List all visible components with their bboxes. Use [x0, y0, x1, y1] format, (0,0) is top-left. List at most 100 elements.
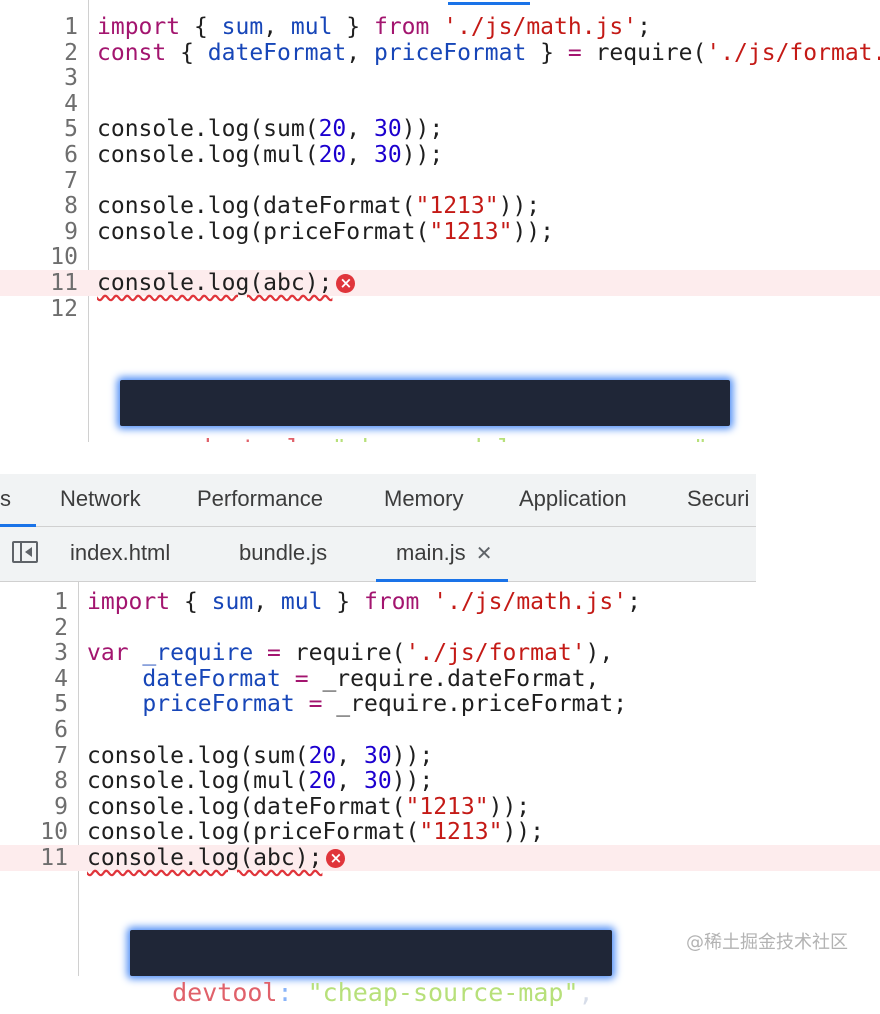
- line-number[interactable]: 10: [18, 244, 78, 270]
- file-tab-main-js[interactable]: main.js ✕: [375, 527, 509, 582]
- line-code[interactable]: console.log(mul(20, 30));: [97, 142, 443, 168]
- top-code-editor: 1 import { sum, mul } from './js/math.js'…: [0, 0, 880, 442]
- tab-application[interactable]: Application: [519, 474, 627, 526]
- code-line[interactable]: 3 var _require = require('./js/format'),: [0, 640, 880, 666]
- code-line[interactable]: 12: [0, 296, 880, 322]
- line-number[interactable]: 9: [18, 219, 78, 245]
- code-token: console.log(mul(: [87, 768, 309, 795]
- line-number[interactable]: 5: [18, 116, 78, 142]
- code-token: mul: [290, 14, 333, 40]
- file-tab-bundle-js[interactable]: bundle.js: [239, 527, 327, 581]
- line-number[interactable]: 8: [18, 193, 78, 219]
- line-code[interactable]: console.log(mul(20, 30));: [87, 768, 433, 794]
- code-token: 20: [308, 768, 337, 795]
- code-line[interactable]: 1 import { sum, mul } from './js/math.js'…: [0, 14, 880, 40]
- line-code[interactable]: var _require = require('./js/format'),: [87, 640, 613, 666]
- line-number[interactable]: 4: [18, 91, 78, 117]
- line-code[interactable]: console.log(sum(20, 30));: [87, 743, 433, 769]
- code-line[interactable]: 4 dateFormat = _require.dateFormat,: [0, 666, 880, 692]
- code-token: ,: [346, 142, 374, 168]
- code-token: require(: [581, 39, 707, 66]
- code-line[interactable]: 6 console.log(mul(20, 30));: [0, 142, 880, 168]
- code-line[interactable]: 9 console.log(priceFormat("1213"));: [0, 219, 880, 245]
- line-number[interactable]: 6: [18, 142, 78, 168]
- code-line[interactable]: 8 console.log(mul(20, 30));: [0, 768, 880, 794]
- line-number[interactable]: 3: [18, 65, 78, 91]
- line-code[interactable]: console.log(sum(20, 30));: [97, 116, 443, 142]
- code-line[interactable]: 6: [0, 717, 880, 743]
- code-line[interactable]: 3: [0, 65, 880, 91]
- code-token: './js/format.js': [706, 39, 880, 66]
- line-code[interactable]: const { dateFormat, priceFormat } = requ…: [97, 40, 880, 66]
- code-line[interactable]: 4: [0, 91, 880, 117]
- line-code[interactable]: import { sum, mul } from './js/math.js';: [87, 589, 641, 615]
- file-tab-index-html[interactable]: index.html: [70, 527, 170, 581]
- line-number[interactable]: 12: [18, 296, 78, 322]
- line-number[interactable]: 11: [8, 845, 68, 871]
- tab-performance[interactable]: Performance: [197, 474, 323, 526]
- line-code[interactable]: console.log(abc); ×: [97, 270, 356, 296]
- code-token: ;: [627, 589, 641, 615]
- code-line[interactable]: 5 console.log(sum(20, 30));: [0, 116, 880, 142]
- code-line[interactable]: 11 console.log(abc); ×: [0, 845, 880, 871]
- close-tab-icon[interactable]: ✕: [476, 543, 493, 565]
- badge-key: devtool: [196, 434, 301, 442]
- line-number[interactable]: 11: [18, 270, 78, 296]
- code-line[interactable]: 2: [0, 615, 880, 641]
- code-token: console.log(mul(: [97, 142, 319, 168]
- line-number[interactable]: 4: [8, 666, 68, 692]
- code-token: {: [170, 589, 212, 615]
- code-token: dateFormat: [207, 39, 347, 66]
- code-line[interactable]: 10: [0, 244, 880, 270]
- code-line[interactable]: 8 console.log(dateFormat("1213"));: [0, 193, 880, 219]
- line-number[interactable]: 7: [18, 168, 78, 194]
- line-number[interactable]: 7: [8, 743, 68, 769]
- line-code[interactable]: console.log(abc); ×: [87, 845, 346, 871]
- line-number[interactable]: 6: [8, 717, 68, 743]
- error-icon[interactable]: ×: [336, 274, 356, 293]
- tab-sources[interactable]: s: [0, 474, 11, 526]
- line-number[interactable]: 2: [8, 615, 68, 641]
- code-line[interactable]: 10 console.log(priceFormat("1213"));: [0, 819, 880, 845]
- error-icon[interactable]: ×: [326, 849, 346, 868]
- code-line[interactable]: 5 priceFormat = _require.priceFormat;: [0, 691, 880, 717]
- code-token: './js/format': [405, 640, 586, 667]
- line-code[interactable]: console.log(priceFormat("1213"));: [97, 219, 554, 245]
- code-line[interactable]: 7: [0, 168, 880, 194]
- line-code[interactable]: console.log(priceFormat("1213"));: [87, 819, 544, 845]
- line-number[interactable]: 5: [8, 691, 68, 717]
- line-code[interactable]: console.log(dateFormat("1213"));: [87, 794, 530, 820]
- code-token: './js/math.js': [433, 589, 628, 615]
- line-number[interactable]: 8: [8, 768, 68, 794]
- code-token: ,: [253, 589, 281, 615]
- line-number[interactable]: 9: [8, 794, 68, 820]
- line-number[interactable]: 1: [8, 589, 68, 615]
- code-line[interactable]: 11 console.log(abc); ×: [0, 270, 880, 296]
- code-token: ));: [391, 768, 434, 795]
- line-code[interactable]: import { sum, mul } from './js/math.js';: [97, 14, 651, 40]
- code-line[interactable]: 7 console.log(sum(20, 30));: [0, 743, 880, 769]
- tab-security[interactable]: Securi: [687, 474, 749, 526]
- tab-memory[interactable]: Memory: [384, 474, 463, 526]
- line-code[interactable]: priceFormat = _require.priceFormat;: [87, 691, 627, 717]
- code-token: ,: [346, 116, 374, 143]
- toggle-navigator-icon[interactable]: [12, 541, 38, 563]
- code-token: 30: [363, 742, 392, 769]
- code-token: ));: [512, 218, 554, 245]
- code-line[interactable]: 9 console.log(dateFormat("1213"));: [0, 794, 880, 820]
- line-number[interactable]: 1: [18, 14, 78, 40]
- tab-network[interactable]: Network: [60, 474, 141, 526]
- badge-colon: :: [302, 434, 317, 442]
- line-number[interactable]: 2: [18, 40, 78, 66]
- line-code[interactable]: console.log(dateFormat("1213"));: [97, 193, 540, 219]
- line-number[interactable]: 3: [8, 640, 68, 666]
- line-code[interactable]: dateFormat = _require.dateFormat,: [87, 666, 599, 692]
- code-line[interactable]: 2 const { dateFormat, priceFormat } = req…: [0, 40, 880, 66]
- line-number[interactable]: 10: [8, 819, 68, 845]
- code-line[interactable]: 1 import { sum, mul } from './js/math.js'…: [0, 589, 880, 615]
- code-token: "1213": [419, 819, 503, 846]
- code-token: console.log(dateFormat(: [87, 793, 406, 820]
